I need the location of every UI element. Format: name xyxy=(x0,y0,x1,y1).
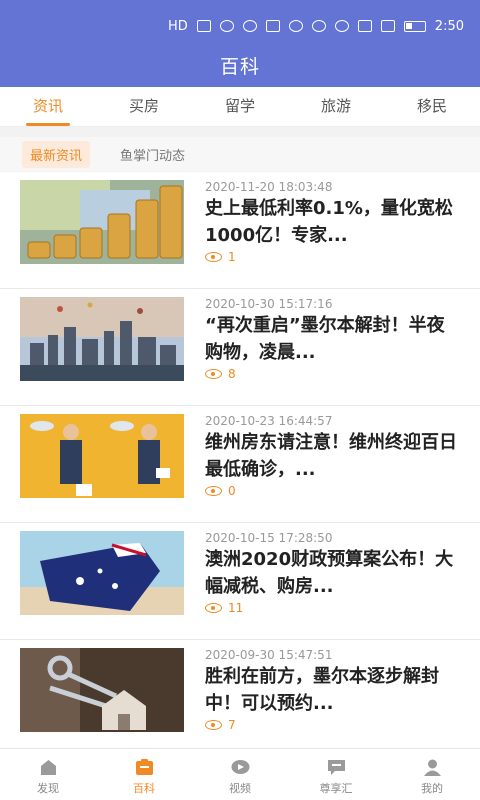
eye-icon xyxy=(205,720,222,730)
article-title[interactable]: 史上最低利率0.1%，量化宽松1000亿！专家... xyxy=(205,195,457,249)
view-count: 8 xyxy=(205,367,236,381)
alarm-icon xyxy=(334,20,349,32)
view-count-value: 11 xyxy=(228,601,244,615)
nav-label: 尊享汇 xyxy=(319,782,353,795)
eye-icon xyxy=(205,603,222,613)
clock: 2:50 xyxy=(434,18,464,34)
signal-icon xyxy=(196,20,211,32)
sub-tabs: 最新资讯 鱼掌门动态 xyxy=(0,137,480,171)
view-count-value: 8 xyxy=(228,367,236,381)
view-count-value: 1 xyxy=(228,250,236,264)
mail-icon xyxy=(265,20,280,32)
tab-travel[interactable]: 旅游 xyxy=(288,87,384,126)
app-notification-icon xyxy=(242,20,257,32)
view-count: 1 xyxy=(205,250,236,264)
nav-discover[interactable]: 发现 xyxy=(0,749,96,800)
article-timestamp: 2020-10-15 17:28:50 xyxy=(205,531,333,545)
bottom-navigation: 发现 百科 视频 尊享汇 我的 xyxy=(0,748,480,800)
status-bar: HD 2:50 xyxy=(160,14,464,38)
chat-icon xyxy=(288,20,303,32)
video-icon xyxy=(231,760,249,774)
eye-icon xyxy=(205,486,222,496)
list-item[interactable]: 2020-10-15 17:28:50 澳洲2020财政预算案公布！大幅减税、购… xyxy=(0,523,480,640)
eye-icon xyxy=(205,252,222,262)
eye-status-icon xyxy=(311,20,326,32)
view-count-value: 7 xyxy=(228,718,236,732)
article-thumbnail-landlords xyxy=(20,414,184,498)
subtab-company-updates[interactable]: 鱼掌门动态 xyxy=(112,141,193,168)
hd-indicator: HD xyxy=(168,18,188,34)
list-item[interactable]: 2020-11-20 18:03:48 史上最低利率0.1%，量化宽松1000亿… xyxy=(0,172,480,289)
home-icon xyxy=(40,760,56,775)
tab-news[interactable]: 资讯 xyxy=(0,87,96,126)
view-count: 7 xyxy=(205,718,236,732)
tab-buy-house[interactable]: 买房 xyxy=(96,87,192,126)
nav-video[interactable]: 视频 xyxy=(192,749,288,800)
view-count: 11 xyxy=(205,601,243,615)
article-list: 2020-11-20 18:03:48 史上最低利率0.1%，量化宽松1000亿… xyxy=(0,172,480,757)
view-count-value: 0 xyxy=(228,484,236,498)
article-thumbnail-city xyxy=(20,297,184,381)
article-timestamp: 2020-10-30 15:17:16 xyxy=(205,297,333,311)
eye-icon xyxy=(205,369,222,379)
nav-profile[interactable]: 我的 xyxy=(384,749,480,800)
nav-encyclopedia[interactable]: 百科 xyxy=(96,749,192,800)
nav-label: 视频 xyxy=(229,782,251,795)
bluetooth-icon xyxy=(357,20,372,32)
page-title: 百科 xyxy=(219,56,260,78)
article-title[interactable]: 胜利在前方，墨尔本逐步解封中！可以预约... xyxy=(205,663,457,717)
article-title[interactable]: “再次重启”墨尔本解封！半夜购物，凌晨... xyxy=(205,312,457,366)
list-item[interactable]: 2020-10-23 16:44:57 维州房东请注意！维州终迎百日最低确诊，.… xyxy=(0,406,480,523)
tab-study-abroad[interactable]: 留学 xyxy=(192,87,288,126)
nav-label: 百科 xyxy=(133,782,155,795)
battery-icon xyxy=(403,20,426,32)
mute-icon xyxy=(380,20,395,32)
article-timestamp: 2020-10-23 16:44:57 xyxy=(205,414,333,428)
article-title[interactable]: 澳洲2020财政预算案公布！大幅减税、购房... xyxy=(205,546,457,600)
tab-immigration[interactable]: 移民 xyxy=(384,87,480,126)
article-timestamp: 2020-11-20 18:03:48 xyxy=(205,180,333,194)
book-icon xyxy=(135,759,153,775)
app-header: HD 2:50 百科 xyxy=(0,0,480,87)
message-icon xyxy=(327,760,345,775)
user-icon xyxy=(423,759,441,776)
list-item[interactable]: 2020-09-30 15:47:51 胜利在前方，墨尔本逐步解封中！可以预约.… xyxy=(0,640,480,757)
nav-label: 我的 xyxy=(421,782,443,795)
subtab-latest-news[interactable]: 最新资讯 xyxy=(22,140,91,168)
article-thumbnail-keys xyxy=(20,648,184,732)
article-timestamp: 2020-09-30 15:47:51 xyxy=(205,648,333,662)
nav-label: 发现 xyxy=(37,782,59,795)
nav-vip[interactable]: 尊享汇 xyxy=(288,749,384,800)
wifi-icon xyxy=(219,20,234,32)
category-tabs: 资讯 买房 留学 旅游 移民 xyxy=(0,87,480,127)
article-thumbnail-coins xyxy=(20,180,184,264)
article-title[interactable]: 维州房东请注意！维州终迎百日最低确诊，... xyxy=(205,429,457,483)
list-item[interactable]: 2020-10-30 15:17:16 “再次重启”墨尔本解封！半夜购物，凌晨.… xyxy=(0,289,480,406)
view-count: 0 xyxy=(205,484,236,498)
article-thumbnail-flag xyxy=(20,531,184,615)
